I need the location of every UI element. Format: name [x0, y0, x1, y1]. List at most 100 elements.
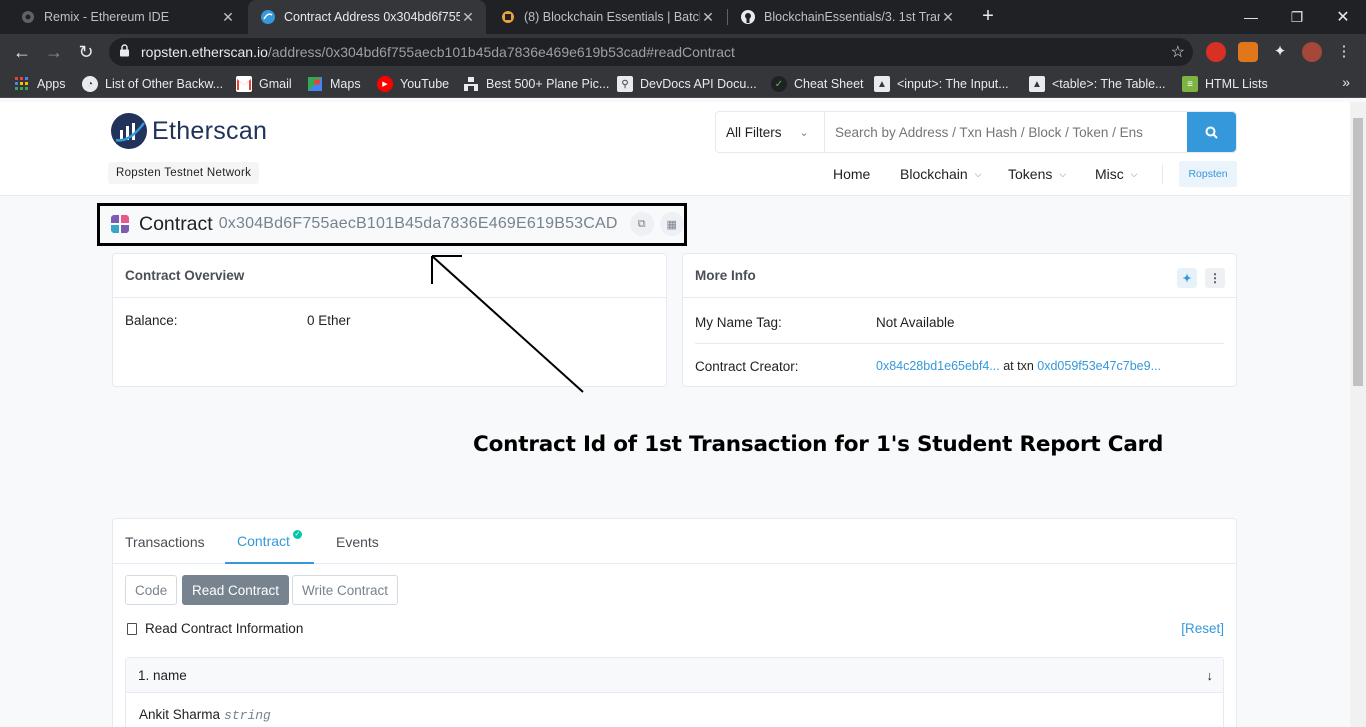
etherscan-logo[interactable]: Etherscan — [111, 113, 267, 149]
scrollbar-thumb[interactable] — [1353, 118, 1363, 386]
browser-tab-etherscan[interactable]: Contract Address 0x304bd6f755a ✕ — [248, 0, 486, 34]
extensions-puzzle-icon[interactable]: ✦ — [1270, 42, 1290, 62]
annotation-highlight-box — [97, 203, 687, 246]
tab-transactions[interactable]: Transactions — [113, 519, 217, 564]
bookmark-label: YouTube — [400, 77, 450, 91]
search-button[interactable] — [1187, 112, 1236, 152]
close-icon[interactable]: ✕ — [220, 9, 236, 26]
creator-address-link[interactable]: 0x84c28bd1e65ebf4... — [876, 359, 1000, 373]
close-icon[interactable]: ✕ — [700, 9, 716, 26]
profile-avatar[interactable] — [1302, 42, 1322, 62]
bookmark-html-lists[interactable]: ≡ HTML Lists — [1182, 75, 1268, 93]
verified-check-icon: ✓ — [292, 530, 302, 539]
nav-tokens[interactable]: Tokens ⌵ — [1008, 161, 1066, 187]
arrow-down-icon[interactable]: ↓ — [1207, 668, 1214, 683]
read-contract-info: Read Contract Information — [127, 621, 303, 636]
bookmarks-bar: Apps ◔ List of Other Backw... Gmail Maps… — [0, 70, 1366, 98]
maps-icon — [307, 76, 323, 92]
more-options-icon[interactable]: ⋮ — [1205, 268, 1225, 288]
restore-icon[interactable]: ❐ — [1274, 0, 1320, 34]
divider — [695, 343, 1224, 344]
function-header[interactable]: 1. name ↓ — [126, 658, 1223, 693]
logo-text: Etherscan — [152, 116, 268, 145]
address-bar[interactable]: ropsten.etherscan.io/address/0x304bd6f75… — [109, 38, 1193, 66]
tab-events[interactable]: Events — [324, 519, 391, 564]
nav-misc[interactable]: Misc ⌵ — [1095, 161, 1138, 187]
back-arrow-icon[interactable]: ← — [9, 39, 35, 65]
name-tag-label: My Name Tag: — [695, 315, 782, 330]
bookmark-gmail[interactable]: Gmail — [236, 75, 292, 93]
youtube-icon: ▶ — [377, 76, 393, 92]
browser-tab-blockchain-essentials[interactable]: (8) Blockchain Essentials | Batch 1 ✕ — [488, 0, 726, 34]
tab-bar: Transactions Contract ✓ Events — [113, 519, 1236, 564]
new-tab-button[interactable]: + — [976, 5, 1000, 29]
chevron-down-icon: ⌵ — [1130, 168, 1138, 179]
nav-label: Blockchain — [900, 166, 968, 182]
bookmark-youtube[interactable]: ▶ YouTube — [377, 75, 449, 93]
browser-tab-bar: Remix - Ethereum IDE ✕ Contract Address … — [0, 0, 1366, 34]
forward-arrow-icon[interactable]: → — [41, 39, 67, 65]
magic-wand-icon[interactable]: ✦ — [1177, 268, 1197, 288]
more-bookmarks-icon[interactable]: » — [1342, 74, 1350, 90]
bookmark-mdn-table[interactable]: ▲ <table>: The Table... — [1029, 75, 1166, 93]
github-icon — [740, 9, 756, 25]
mdn-icon: ▲ — [874, 76, 890, 92]
filter-dropdown[interactable]: All Filters ⌄ — [716, 112, 825, 152]
bookmark-label: Best 500+ Plane Pic... — [486, 77, 610, 91]
network-switch-button[interactable]: Ropsten — [1179, 161, 1237, 187]
bookmark-label: List of Other Backw... — [105, 77, 224, 91]
contract-tabs-card: Transactions Contract ✓ Events Code Read … — [112, 518, 1237, 727]
creator-info: 0x84c28bd1e65ebf4... at txn 0xd059f53e47… — [876, 359, 1161, 373]
bookmark-apps[interactable]: Apps — [14, 75, 66, 93]
more-info-card: More Info ✦ ⋮ My Name Tag: Not Available… — [682, 253, 1237, 387]
read-contract-button[interactable]: Read Contract — [182, 575, 290, 605]
lock-icon — [119, 44, 133, 60]
page-scrollbar[interactable] — [1350, 102, 1366, 727]
reset-link[interactable]: [Reset] — [1181, 621, 1224, 636]
function-name: 1. name — [138, 667, 187, 683]
reload-icon[interactable]: ↻ — [73, 39, 99, 65]
bookmark-star-icon[interactable]: ☆ — [1171, 42, 1185, 62]
nav-home[interactable]: Home — [833, 161, 870, 187]
window-close-icon[interactable]: ✕ — [1320, 0, 1366, 34]
close-icon[interactable]: ✕ — [460, 9, 476, 26]
bookmark-plane-pictures[interactable]: Best 500+ Plane Pic... — [463, 75, 609, 93]
bookmark-maps[interactable]: Maps — [307, 75, 361, 93]
card-heading: Contract Overview — [113, 254, 666, 298]
tab-contract[interactable]: Contract ✓ — [225, 519, 314, 564]
page-content: Etherscan Ropsten Testnet Network All Fi… — [0, 102, 1350, 727]
minimize-icon[interactable]: — — [1228, 0, 1274, 34]
nav-label: Misc — [1095, 166, 1124, 182]
search-input[interactable] — [825, 112, 1187, 152]
tab-title: BlockchainEssentials/3. 1st Transa — [764, 10, 940, 24]
creator-txn-link[interactable]: 0xd059f53e47c7be9... — [1037, 359, 1161, 373]
site-header: Etherscan Ropsten Testnet Network All Fi… — [0, 102, 1350, 196]
globe-icon: ◔ — [82, 76, 98, 92]
bookmark-label: HTML Lists — [1205, 77, 1268, 91]
bookmark-cheat-sheet[interactable]: ✓ Cheat Sheet — [771, 75, 864, 93]
code-button[interactable]: Code — [125, 575, 178, 605]
etherscan-logo-icon — [111, 113, 147, 149]
write-contract-button[interactable]: Write Contract — [292, 575, 399, 605]
tab-title: (8) Blockchain Essentials | Batch 1 — [524, 10, 700, 24]
browser-toolbar: ← → ↻ ropsten.etherscan.io/address/0x304… — [0, 34, 1366, 70]
bookmark-label: <table>: The Table... — [1052, 77, 1166, 91]
card-heading-text: More Info — [695, 268, 756, 283]
document-icon — [127, 622, 137, 635]
bookmark-label: <input>: The Input... — [897, 77, 1009, 91]
browser-tab-remix[interactable]: Remix - Ethereum IDE ✕ — [8, 0, 246, 34]
bookmark-backwards[interactable]: ◔ List of Other Backw... — [82, 75, 223, 93]
kebab-menu-icon[interactable]: ⋮ — [1334, 42, 1354, 62]
close-icon[interactable]: ✕ — [940, 9, 956, 26]
bookmark-label: Apps — [37, 77, 66, 91]
mdn-icon: ▲ — [1029, 76, 1045, 92]
browser-tab-github[interactable]: BlockchainEssentials/3. 1st Transa ✕ — [728, 0, 966, 34]
search-bar: All Filters ⌄ — [715, 111, 1237, 153]
bookmark-devdocs[interactable]: ⚲ DevDocs API Docu... — [617, 75, 757, 93]
bookmark-mdn-input[interactable]: ▲ <input>: The Input... — [874, 75, 1009, 93]
cheat-sheet-icon: ✓ — [771, 76, 787, 92]
tab-label: Contract — [237, 532, 290, 549]
extension-shield-icon[interactable] — [1206, 42, 1226, 62]
metamask-icon[interactable] — [1238, 42, 1258, 62]
nav-blockchain[interactable]: Blockchain ⌵ — [900, 161, 982, 187]
